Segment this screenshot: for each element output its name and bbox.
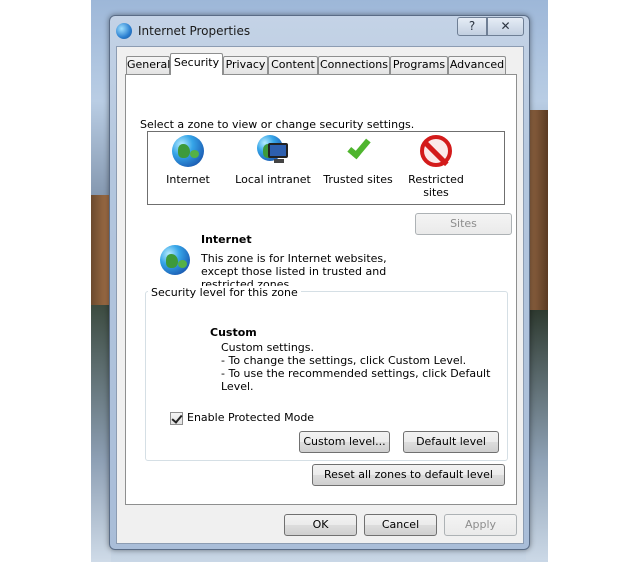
default-level-button[interactable]: Default level bbox=[403, 431, 499, 453]
zone-internet-label: Internet bbox=[166, 173, 210, 186]
selected-zone-description-line: This zone is for Internet websites, bbox=[201, 252, 387, 265]
intranet-icon bbox=[257, 135, 289, 167]
internet-properties-icon bbox=[116, 23, 132, 39]
internet-properties-dialog: Internet Properties ? ✕ General Security… bbox=[109, 15, 530, 550]
selected-zone-globe-icon bbox=[160, 245, 190, 275]
security-level-line: - To change the settings, click Custom L… bbox=[221, 354, 467, 367]
protected-mode-label: Enable Protected Mode bbox=[187, 411, 315, 424]
tab-general[interactable]: General bbox=[126, 56, 170, 74]
security-level-group-label: Security level for this zone bbox=[148, 286, 301, 299]
security-level-description: Custom settings. - To change the setting… bbox=[221, 341, 516, 393]
cancel-button[interactable]: Cancel bbox=[364, 514, 437, 536]
zone-prompt: Select a zone to view or change security… bbox=[140, 118, 415, 131]
zone-local-intranet[interactable]: Local intranet bbox=[226, 133, 320, 186]
security-level-line: - To use the recommended settings, click… bbox=[221, 367, 491, 393]
tab-security[interactable]: Security bbox=[170, 53, 223, 75]
protected-mode-checkbox[interactable] bbox=[170, 412, 183, 425]
tab-content[interactable]: Content bbox=[268, 56, 318, 74]
checkmark-icon bbox=[342, 134, 374, 167]
zone-trusted-sites[interactable]: Trusted sites bbox=[316, 133, 400, 186]
zone-internet[interactable]: Internet bbox=[148, 133, 228, 186]
tab-programs[interactable]: Programs bbox=[390, 56, 448, 74]
zone-restricted-sites-label: Restricted sites bbox=[408, 173, 464, 199]
zone-local-intranet-label: Local intranet bbox=[235, 173, 311, 186]
close-button[interactable]: ✕ bbox=[487, 17, 524, 36]
help-button[interactable]: ? bbox=[457, 17, 487, 36]
selected-zone-description-line: except those listed in trusted and bbox=[201, 265, 387, 278]
window-title: Internet Properties bbox=[138, 24, 251, 38]
background-left-cliff bbox=[91, 195, 111, 305]
selected-zone-title: Internet bbox=[201, 233, 252, 246]
apply-button[interactable]: Apply bbox=[444, 514, 517, 536]
zone-list: Internet Local intranet Trusted sites Re… bbox=[147, 131, 505, 205]
security-tab-panel: Select a zone to view or change security… bbox=[125, 74, 517, 505]
security-level-title: Custom bbox=[210, 326, 257, 339]
security-level-line: Custom settings. bbox=[221, 341, 315, 354]
tab-privacy[interactable]: Privacy bbox=[223, 56, 268, 74]
globe-icon bbox=[172, 135, 204, 167]
reset-all-zones-button[interactable]: Reset all zones to default level bbox=[312, 464, 505, 486]
tab-advanced[interactable]: Advanced bbox=[448, 56, 506, 74]
zone-restricted-sites[interactable]: Restricted sites bbox=[401, 133, 471, 199]
title-bar[interactable]: Internet Properties ? ✕ bbox=[110, 16, 529, 46]
background-left-water bbox=[91, 305, 111, 562]
custom-level-button[interactable]: Custom level... bbox=[299, 431, 390, 453]
sites-button[interactable]: Sites bbox=[415, 213, 512, 235]
restricted-icon bbox=[420, 135, 452, 167]
ok-button[interactable]: OK bbox=[284, 514, 357, 536]
tab-connections[interactable]: Connections bbox=[318, 56, 390, 74]
dialog-client-area: General Security Privacy Content Connect… bbox=[116, 46, 524, 544]
zone-trusted-sites-label: Trusted sites bbox=[323, 173, 393, 186]
